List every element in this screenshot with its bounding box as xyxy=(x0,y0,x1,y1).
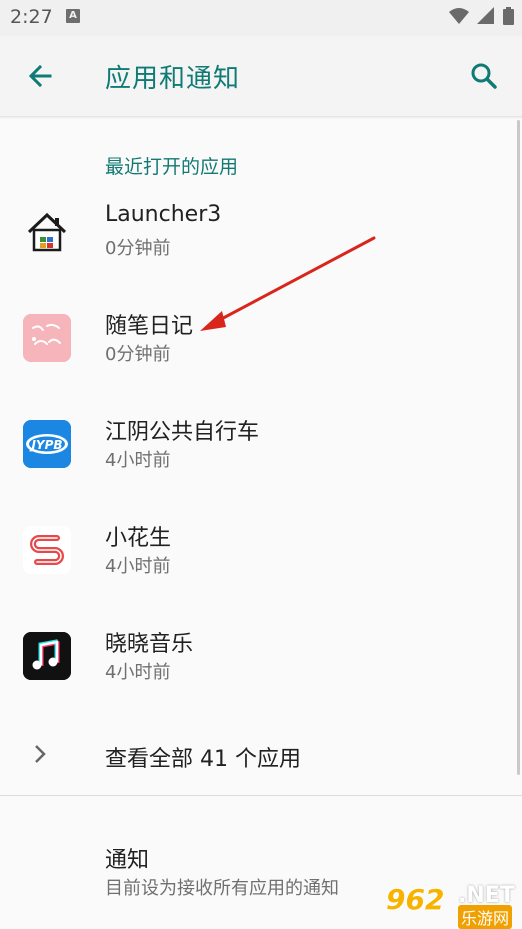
app-name: Launcher3 xyxy=(105,202,222,227)
diary-app-icon xyxy=(23,314,71,362)
chevron-right-icon xyxy=(35,745,46,763)
jypb-logo-text: JYPB xyxy=(29,438,62,452)
watermark-cn: 乐游网 xyxy=(458,905,513,929)
back-button[interactable] xyxy=(20,56,60,96)
app-last-used: 0分钟前 xyxy=(105,344,171,365)
watermark-number: 962 xyxy=(386,883,445,916)
app-name: 小花生 xyxy=(105,526,172,551)
app-row-launcher3[interactable]: Launcher3 0分钟前 xyxy=(0,178,522,284)
scrollbar[interactable] xyxy=(517,120,520,775)
jypb-bike-icon: JYPB xyxy=(23,420,71,468)
arrow-back-icon xyxy=(28,64,52,88)
search-button[interactable] xyxy=(464,56,504,96)
status-bar: 2:27 A xyxy=(0,0,522,36)
notifications-title: 通知 xyxy=(105,848,150,873)
status-icons xyxy=(446,7,514,26)
notification-a-icon: A xyxy=(66,9,80,23)
see-all-apps-button[interactable]: 查看全部 41 个应用 xyxy=(0,712,522,794)
notifications-subtitle: 目前设为接收所有应用的通知 xyxy=(105,878,339,899)
app-name: 江阴公共自行车 xyxy=(105,420,260,445)
signal-icon xyxy=(476,7,494,24)
search-icon xyxy=(471,63,497,89)
app-name: 随笔日记 xyxy=(105,314,194,339)
xiaohuasheng-icon xyxy=(23,526,71,574)
app-last-used: 0分钟前 xyxy=(105,238,171,259)
recent-apps-header: 最近打开的应用 xyxy=(105,156,239,178)
see-all-apps-label: 查看全部 41 个应用 xyxy=(105,747,301,772)
section-divider xyxy=(0,795,522,796)
app-last-used: 4小时前 xyxy=(105,450,171,471)
wifi-icon xyxy=(448,8,469,24)
app-name: 晓晓音乐 xyxy=(105,632,194,657)
app-row-xiaoxiao-music[interactable]: 晓晓音乐 4小时前 xyxy=(0,602,522,708)
app-bar: 应用和通知 xyxy=(0,36,522,117)
app-row-jiangyin-bike[interactable]: JYPB 江阴公共自行车 4小时前 xyxy=(0,390,522,496)
app-last-used: 4小时前 xyxy=(105,556,171,577)
status-time: 2:27 xyxy=(10,6,53,28)
app-last-used: 4小时前 xyxy=(105,662,171,683)
music-note-icon xyxy=(23,632,71,680)
app-row-xiaohuasheng[interactable]: 小花生 4小时前 xyxy=(0,496,522,602)
battery-icon xyxy=(503,7,514,25)
watermark-logo: 962 .NET 乐游网 xyxy=(386,881,516,929)
app-row-diary[interactable]: 随笔日记 0分钟前 xyxy=(0,284,522,390)
page-title: 应用和通知 xyxy=(105,64,241,94)
launcher-house-icon xyxy=(23,208,71,256)
